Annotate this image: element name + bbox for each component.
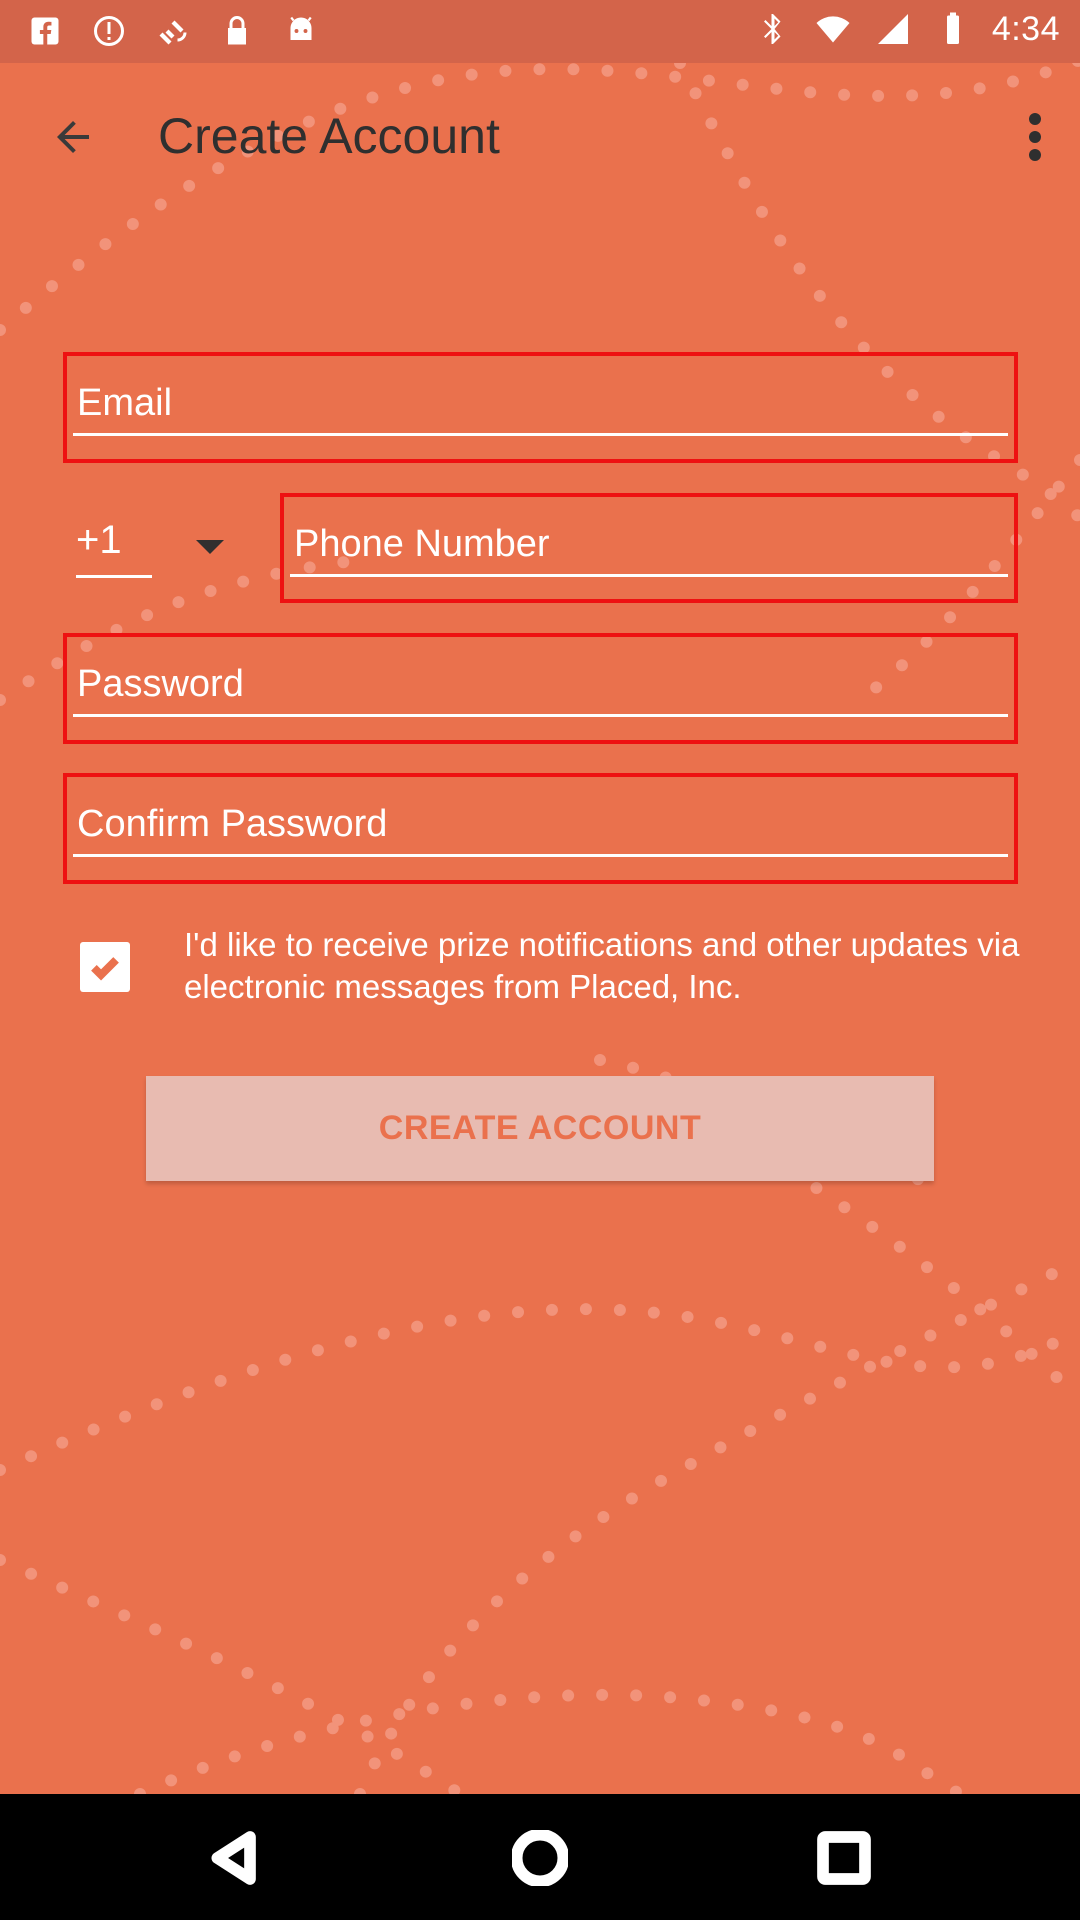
nav-recents-button[interactable] <box>814 1828 874 1888</box>
phone-number-field[interactable] <box>290 515 1008 577</box>
nav-home-button[interactable] <box>510 1828 570 1888</box>
navigation-bar <box>0 1794 1080 1920</box>
app-bar: Create Account <box>0 63 1080 210</box>
lock-icon <box>216 10 258 52</box>
system-icons: 4:34 <box>752 8 1060 50</box>
satellite-icon <box>152 10 194 52</box>
consent-label: I'd like to receive prize notifications … <box>184 926 1020 1005</box>
android-icon <box>280 10 322 52</box>
alert-icon <box>88 10 130 52</box>
country-code-picker[interactable]: +1 <box>76 512 236 582</box>
nav-back-button[interactable] <box>206 1828 266 1888</box>
overflow-menu-button[interactable] <box>1012 107 1058 167</box>
check-icon <box>91 957 119 981</box>
password-field[interactable] <box>73 655 1008 717</box>
battery-icon <box>932 8 974 50</box>
chevron-down-icon <box>196 540 228 560</box>
create-account-button[interactable]: CREATE ACCOUNT <box>146 1076 934 1181</box>
bluetooth-icon <box>752 8 794 50</box>
consent-checkbox[interactable] <box>80 942 130 992</box>
email-field[interactable] <box>73 374 1008 436</box>
signal-icon <box>872 8 914 50</box>
country-code-value: +1 <box>76 518 152 578</box>
phone-field-highlight <box>280 493 1018 603</box>
facebook-icon <box>24 10 66 52</box>
arrow-back-icon <box>57 121 89 153</box>
page-title: Create Account <box>158 108 500 164</box>
confirm-password-field-highlight <box>63 773 1018 884</box>
wifi-icon <box>812 8 854 50</box>
status-time: 4:34 <box>991 9 1060 48</box>
confirm-password-field[interactable] <box>73 795 1008 857</box>
email-field-highlight <box>63 352 1018 463</box>
recents-square-icon <box>817 1831 871 1885</box>
more-vert-icon <box>1029 113 1041 161</box>
password-field-highlight <box>63 633 1018 744</box>
home-circle-icon <box>512 1830 568 1886</box>
notification-icons <box>24 10 322 52</box>
back-button[interactable] <box>40 109 106 165</box>
status-bar: 4:34 <box>0 0 1080 63</box>
back-triangle-icon <box>211 1831 256 1885</box>
